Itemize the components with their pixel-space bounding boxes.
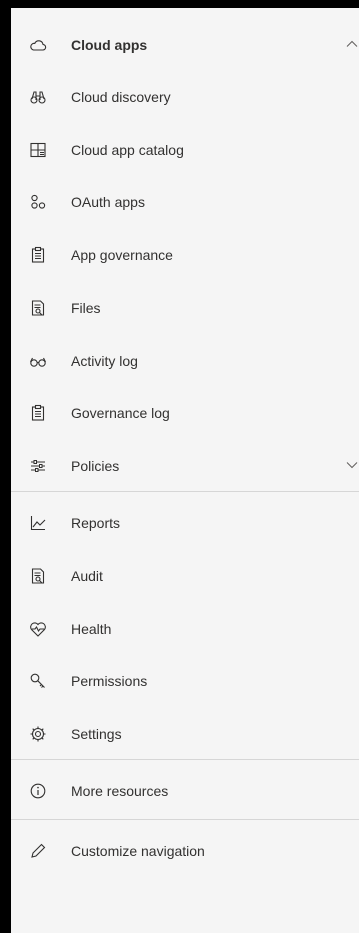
oauth-key-icon xyxy=(29,193,47,211)
clipboard-icon xyxy=(29,246,47,264)
nav-cloud-apps-label: Cloud apps xyxy=(71,37,148,53)
heart-pulse-icon xyxy=(29,620,47,638)
chevron-down-icon[interactable] xyxy=(345,458,359,472)
nav-reports-label: Reports xyxy=(71,515,121,531)
nav-governance-log[interactable]: Governance log xyxy=(11,393,359,433)
binoculars-icon xyxy=(29,88,47,106)
nav-customize-navigation[interactable]: Customize navigation xyxy=(11,831,359,871)
nav-audit[interactable]: Audit xyxy=(11,556,359,596)
nav-settings[interactable]: Settings xyxy=(11,714,359,754)
nav-reports[interactable]: Reports xyxy=(11,503,359,543)
nav-oauth-apps-label: OAuth apps xyxy=(71,194,145,210)
nav-app-governance[interactable]: App governance xyxy=(11,235,359,275)
divider xyxy=(11,491,359,492)
cloud-icon xyxy=(29,36,47,54)
clipboard-icon xyxy=(29,404,47,422)
key-icon xyxy=(29,672,47,690)
nav-policies[interactable]: Policies xyxy=(11,446,359,486)
chevron-up-icon[interactable] xyxy=(345,37,359,51)
catalog-grid-icon xyxy=(29,141,47,159)
line-chart-icon xyxy=(29,514,47,532)
pencil-icon xyxy=(29,842,47,860)
nav-activity-log-label: Activity log xyxy=(71,353,138,369)
nav-app-governance-label: App governance xyxy=(71,247,173,263)
nav-more-resources[interactable]: More resources xyxy=(11,771,359,811)
nav-cloud-discovery[interactable]: Cloud discovery xyxy=(11,77,359,117)
nav-audit-label: Audit xyxy=(71,568,103,584)
nav-customize-navigation-label: Customize navigation xyxy=(71,843,205,859)
nav-governance-log-label: Governance log xyxy=(71,405,170,421)
nav-cloud-apps[interactable]: Cloud apps xyxy=(11,25,359,65)
file-search-icon xyxy=(29,299,47,317)
nav-permissions-label: Permissions xyxy=(71,673,148,689)
nav-policies-label: Policies xyxy=(71,458,120,474)
nav-health[interactable]: Health xyxy=(11,609,359,649)
info-icon xyxy=(29,782,47,800)
nav-files-label: Files xyxy=(71,300,101,316)
glasses-icon xyxy=(29,352,47,370)
navigation-pane: Cloud apps Cloud discovery Cloud app cat… xyxy=(11,8,359,933)
nav-cloud-app-catalog-label: Cloud app catalog xyxy=(71,142,184,158)
nav-more-resources-label: More resources xyxy=(71,783,169,799)
nav-settings-label: Settings xyxy=(71,726,122,742)
nav-health-label: Health xyxy=(71,621,112,637)
nav-files[interactable]: Files xyxy=(11,288,359,328)
divider xyxy=(11,759,359,760)
nav-cloud-discovery-label: Cloud discovery xyxy=(71,89,171,105)
nav-cloud-app-catalog[interactable]: Cloud app catalog xyxy=(11,130,359,170)
gear-icon xyxy=(29,725,47,743)
file-search-icon xyxy=(29,567,47,585)
sliders-icon xyxy=(29,457,47,475)
nav-activity-log[interactable]: Activity log xyxy=(11,341,359,381)
nav-permissions[interactable]: Permissions xyxy=(11,661,359,701)
divider xyxy=(11,819,359,820)
nav-oauth-apps[interactable]: OAuth apps xyxy=(11,182,359,222)
